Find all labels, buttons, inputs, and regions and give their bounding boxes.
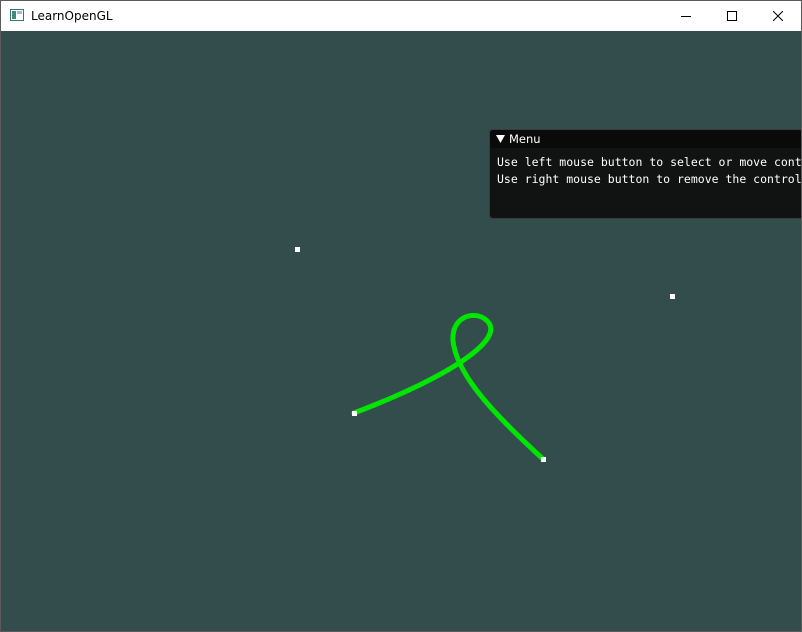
close-button[interactable] xyxy=(755,1,801,31)
title-bar[interactable]: LearnOpenGL xyxy=(1,1,801,31)
control-point[interactable] xyxy=(352,411,357,416)
menu-text-line: Use left mouse button to select or move … xyxy=(497,155,801,169)
menu-title: Menu xyxy=(509,132,541,146)
bezier-scene[interactable] xyxy=(1,31,801,631)
control-point[interactable] xyxy=(541,457,546,462)
maximize-button[interactable] xyxy=(709,1,755,31)
menu-panel[interactable]: Menu Use left mouse button to select or … xyxy=(489,129,801,219)
app-window: LearnOpenGL Menu Use left mouse button t… xyxy=(0,0,802,632)
collapse-arrow-icon[interactable] xyxy=(496,135,505,143)
maximize-icon xyxy=(727,11,737,21)
gl-viewport[interactable]: Menu Use left mouse button to select or … xyxy=(1,31,801,631)
bezier-curve xyxy=(351,312,546,462)
control-point[interactable] xyxy=(670,294,675,299)
window-title: LearnOpenGL xyxy=(31,9,113,23)
close-icon xyxy=(773,11,783,21)
menu-text-line: Use right mouse button to remove the con… xyxy=(497,172,801,186)
control-point[interactable] xyxy=(295,247,300,252)
minimize-button[interactable] xyxy=(663,1,709,31)
app-icon xyxy=(10,9,24,21)
minimize-icon xyxy=(681,16,691,17)
menu-title-bar[interactable]: Menu xyxy=(490,130,801,148)
